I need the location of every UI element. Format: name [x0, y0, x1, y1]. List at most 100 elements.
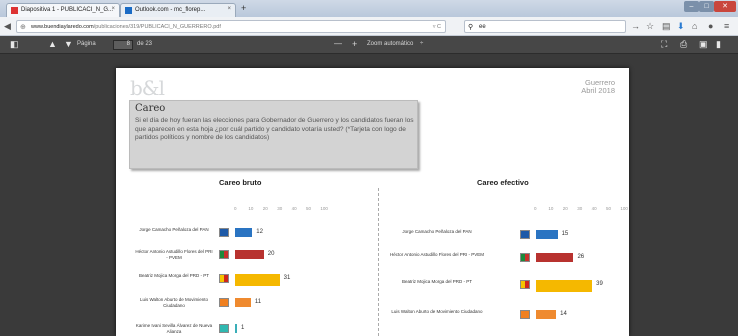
data-bar: [235, 228, 253, 237]
question-card: Careo Si el día de hoy fueran las elecci…: [129, 100, 418, 169]
axis-tick-label: 0: [234, 206, 237, 211]
candidate-label: Luis Walton Aburto de Movimiento Ciudada…: [139, 297, 209, 308]
url-bar[interactable]: ⊕ www.buendiaylaredo.com/publicaciones/3…: [16, 20, 446, 33]
url-host: www.buendiaylaredo.com: [31, 24, 94, 30]
go-arrow-icon[interactable]: →: [631, 21, 640, 31]
maximize-button[interactable]: □: [699, 1, 714, 12]
data-label: 20: [267, 251, 275, 257]
data-label: 26: [577, 254, 585, 260]
pdf-page: b&l Guerrero Abril 2018 Careo Si el día …: [116, 68, 629, 336]
axis-tick-label: 100: [620, 206, 628, 211]
chevron-down-icon: ÷: [420, 41, 424, 47]
chart-title-bruto: Careo bruto: [219, 178, 262, 187]
presentation-mode-icon[interactable]: ⛶: [661, 39, 667, 50]
axis-tick-label: 20: [562, 206, 568, 211]
url-path: /publicaciones/319/PUBLICACI_N_GUERRERO.…: [93, 24, 221, 30]
zoom-in-button[interactable]: +: [352, 39, 357, 49]
axis-tick-label: 10: [548, 206, 554, 211]
data-bar: [536, 230, 558, 239]
candidate-label: Jorge Camacho Peñaloza del PAN: [402, 229, 472, 234]
zoom-out-button[interactable]: —: [334, 39, 342, 48]
axis-tick-label: 50: [606, 206, 612, 211]
card-title: Careo: [135, 103, 166, 114]
party-logo-icon: [219, 250, 229, 259]
data-label: 12: [256, 229, 263, 235]
home-icon[interactable]: ⌂: [692, 21, 697, 31]
close-window-button[interactable]: ✕: [714, 1, 736, 12]
search-input[interactable]: ⚲ ee: [464, 20, 626, 33]
back-arrow-icon[interactable]: ◀: [4, 21, 11, 31]
candidate-label: Jorge Camacho Peñaloza del PAN: [139, 227, 209, 232]
next-page-icon[interactable]: ▼: [64, 39, 73, 50]
pdf-document-icon: [11, 7, 18, 14]
bookmark-star-icon[interactable]: ☆: [646, 21, 654, 31]
chart-title-efectivo: Careo efectivo: [477, 178, 529, 187]
party-logo-icon: [219, 274, 229, 283]
party-logo-icon: [520, 310, 530, 319]
data-bar: [235, 250, 264, 259]
state-header: Guerrero Abril 2018: [581, 79, 615, 95]
search-value: ee: [479, 24, 486, 30]
navigation-bar: ◀ ⊕ www.buendiaylaredo.com/publicaciones…: [0, 17, 738, 36]
pdf-toolbar: ◧ ▲ ▼ Página 8 de 23 — + Zoom automático…: [0, 36, 738, 54]
print-icon[interactable]: ⎙: [680, 39, 687, 50]
close-tab-icon[interactable]: ×: [227, 6, 231, 12]
data-label: 1: [241, 325, 245, 331]
party-logo-icon: [219, 324, 229, 333]
tab-label: Outlook.com - mc_florep...: [135, 7, 206, 13]
data-bar: [536, 280, 593, 292]
minimize-button[interactable]: –: [684, 1, 699, 12]
candidate-label: Héctor Antonio Astudillo Flores del PRI …: [389, 252, 485, 257]
party-logo-icon: [219, 298, 229, 307]
sidebar-toggle-icon[interactable]: ◧: [10, 39, 19, 50]
axis-tick-label: 40: [291, 206, 297, 211]
data-label: 39: [596, 281, 603, 287]
data-label: 15: [561, 231, 569, 237]
data-bar: [536, 253, 574, 262]
axis-tick-label: 100: [320, 206, 328, 211]
data-label: 11: [254, 299, 262, 305]
page-number-input[interactable]: 8: [113, 40, 133, 50]
party-logo-icon: [219, 228, 229, 237]
party-logo-icon: [520, 253, 530, 262]
page-total: de 23: [137, 41, 153, 47]
data-bar: [235, 324, 237, 333]
data-label: 31: [283, 275, 291, 281]
axis-tick-label: 40: [591, 206, 597, 211]
axis-tick-label: 50: [306, 206, 312, 211]
tab-label: Diapositiva 1 - PUBLICACI_N_G...: [21, 7, 114, 13]
data-bar: [235, 274, 280, 286]
party-logo-icon: [520, 280, 530, 289]
party-logo-icon: [520, 230, 530, 239]
library-icon[interactable]: ▤: [662, 21, 671, 31]
candidate-label: Luis Walton Aburto de Movimiento Ciudada…: [391, 309, 483, 314]
candidate-label: Héctor Antonio Astudillo Flores del PRI …: [135, 249, 213, 260]
reload-icon[interactable]: ▿ C: [433, 24, 441, 30]
axis-tick-label: 10: [248, 206, 254, 211]
chat-icon[interactable]: ●: [708, 21, 713, 31]
tab-outlook[interactable]: Outlook.com - mc_florep... ×: [120, 3, 236, 17]
candidate-label: Beatriz Mojica Morga del PRD - PT: [138, 273, 210, 278]
data-label: 14: [560, 311, 567, 317]
tab-diapositiva[interactable]: Diapositiva 1 - PUBLICACI_N_G... ×: [6, 3, 120, 17]
axis-tick-label: 0: [534, 206, 537, 211]
bookmark-icon[interactable]: ▮: [716, 39, 721, 50]
chart-divider: [378, 188, 379, 336]
candidate-label: Karime Ivani Sevilla Álvarez de Nueva Al…: [135, 323, 213, 334]
menu-icon[interactable]: ≡: [724, 21, 729, 31]
card-question-text: Si el día de hoy fueran las elecciones p…: [135, 117, 414, 142]
previous-page-icon[interactable]: ▲: [48, 39, 57, 50]
save-icon[interactable]: ▣: [699, 39, 708, 50]
axis-tick-label: 30: [577, 206, 583, 211]
globe-icon: ⊕: [20, 24, 26, 31]
close-tab-icon[interactable]: ×: [111, 6, 115, 12]
axis-tick-label: 20: [262, 206, 268, 211]
zoom-select[interactable]: Zoom automático ÷: [367, 41, 423, 47]
axis-tick-label: 30: [277, 206, 283, 211]
tab-bar: Diapositiva 1 - PUBLICACI_N_G... × Outlo…: [0, 0, 738, 17]
search-icon: ⚲: [468, 24, 474, 31]
data-bar: [536, 310, 557, 319]
logo: b&l: [130, 76, 165, 100]
download-icon[interactable]: ⬇: [677, 21, 685, 31]
new-tab-button[interactable]: +: [241, 3, 246, 13]
